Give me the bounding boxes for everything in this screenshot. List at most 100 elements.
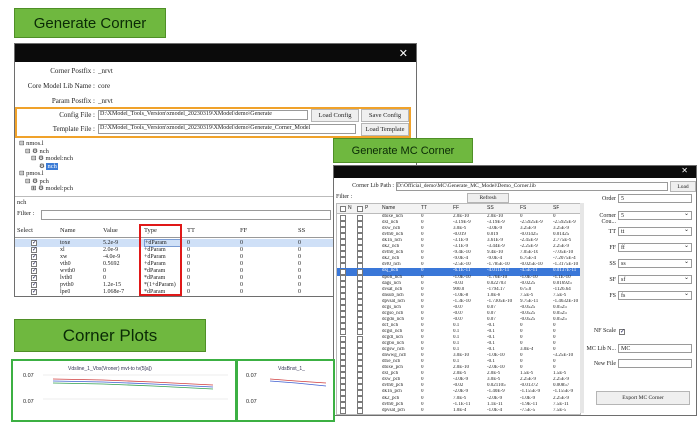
mc-side-label: FS <box>609 293 616 299</box>
corner-plots-label: Corner Plots <box>14 319 206 352</box>
corner-plot-1: Vdsline_1_Vbs(Vroner) mvt-to tv(5[a]) 0.… <box>11 359 237 422</box>
mc-col-name[interactable]: Name <box>382 205 395 212</box>
mc-cell: -1.0E-4 <box>487 407 503 413</box>
tree-item-nch-selected[interactable]: ⚙ nch <box>19 162 139 171</box>
mc-header-p-check[interactable] <box>357 205 363 212</box>
mc-row[interactable]: dpvsat_pch 0 1.0E-4 -1.0E-4 -7.5E-5 7.5E-5 <box>337 407 580 414</box>
model-tree: ⊟ nmos.l ⊟ ⚙ nch ⊟ ⚙ model:nch ⚙ nch ⊟ p… <box>19 140 139 193</box>
section-divider <box>15 196 335 197</box>
tree-item-pmos[interactable]: ⊟ pmos.l <box>19 170 139 178</box>
core-lib-name-label: Core Model Lib Name : <box>27 82 95 90</box>
mc-row-p-checkbox[interactable] <box>357 408 363 414</box>
mc-side-select-value: tt <box>621 229 625 235</box>
column-ff[interactable]: FF <box>240 227 247 234</box>
column-ss[interactable]: SS <box>298 227 305 234</box>
load-template-button[interactable]: Load Template <box>361 123 409 136</box>
corner-postfix-input[interactable]: _nrvt <box>98 67 398 75</box>
save-config-button[interactable]: Save Config <box>361 109 409 122</box>
mc-cell: 7.5E-5 <box>553 407 567 413</box>
mc-cell: dpvsat_pch <box>382 407 405 413</box>
core-lib-name-input[interactable]: core <box>98 82 398 90</box>
mc-window-titlebar: ✕ <box>334 166 696 178</box>
filter-label: Filter : <box>17 210 35 217</box>
mc-col-p[interactable]: P <box>365 205 368 212</box>
config-file-input[interactable]: D:\XModel_Tools_Version\xmodel_20230319\… <box>98 110 308 120</box>
mc-side-select[interactable]: tt ⌄ <box>618 227 692 236</box>
mc-col-n[interactable]: N <box>348 205 352 212</box>
close-icon[interactable]: ✕ <box>399 47 408 60</box>
mc-rows: dtoxe_nch 0 2.0E-10 2.0E-10 0 0 dxl_nch 0 -3.19E… <box>337 214 580 414</box>
mc-side-select[interactable]: sf ⌄ <box>618 275 692 284</box>
tree-item-nch[interactable]: ⊟ ⚙ nch <box>19 148 139 156</box>
mc-load-button[interactable]: Load <box>670 181 696 192</box>
corner-plot-2: VdsBnxt_1_ 0.07 0.07 <box>236 359 335 422</box>
new-file-input[interactable] <box>618 359 692 368</box>
mc-side-select-value: ss <box>621 261 626 267</box>
nf-scale-label: NF Scale <box>593 328 616 334</box>
window-titlebar: ✕ <box>15 44 416 62</box>
mc-row-n-checkbox[interactable] <box>340 408 346 414</box>
mc-side-label: Order <box>602 196 616 202</box>
mc-side-label: TT <box>608 229 616 235</box>
generate-mc-corner-label: Generate MC Corner <box>333 138 473 163</box>
mc-path-label: Corner Lib Path : <box>352 183 394 189</box>
mc-side-select[interactable]: ff ⌄ <box>618 243 692 252</box>
plot-2-curves <box>269 378 327 387</box>
column-value[interactable]: Value <box>103 227 118 234</box>
plot-1-ylabel-2: 0.07 <box>23 399 34 405</box>
param-postfix-input[interactable]: _nrvt <box>98 97 398 105</box>
mc-path-input[interactable]: D:\Official_demo\MC\Generate_MC_Model\De… <box>396 182 668 191</box>
generate-corner-label: Generate Corner <box>14 8 166 38</box>
plot-2-ylabel: 0.07 <box>246 373 257 379</box>
plot-1-line-a <box>52 378 214 386</box>
chevron-down-icon: ⌄ <box>683 291 689 297</box>
mc-side-select[interactable]: fs ⌄ <box>618 291 692 300</box>
mc-col-fs[interactable]: FS <box>520 205 526 212</box>
row-select-checkbox[interactable] <box>31 288 37 295</box>
mc-side-select[interactable]: 5 ⌄ <box>618 211 692 220</box>
load-config-button[interactable]: Load Config <box>311 109 359 122</box>
mc-header-n-check[interactable] <box>340 205 346 212</box>
template-file-label: Template File : <box>52 125 95 133</box>
param-cell-value: 1.068e-7 <box>103 289 125 295</box>
column-tt[interactable]: TT <box>187 227 195 234</box>
plot-2-line-a <box>269 378 327 384</box>
param-cell-tt: 0 <box>187 289 190 295</box>
mc-col-ff[interactable]: FF <box>453 205 459 212</box>
column-select[interactable]: Select <box>17 227 33 234</box>
export-mc-corner-button[interactable]: Export MC Corner <box>596 391 690 405</box>
mc-side-label: FF <box>609 245 616 251</box>
nf-scale-checkbox[interactable] <box>619 328 625 335</box>
mc-refresh-button[interactable]: Refresh <box>467 193 509 203</box>
tree-item-model-nch[interactable]: ⊟ ⚙ model:nch <box>19 155 139 163</box>
chevron-down-icon: ⌄ <box>683 227 689 233</box>
chevron-down-icon: ⌄ <box>683 243 689 249</box>
plot-1-ylabel: 0.07 <box>23 373 34 379</box>
type-column-highlight <box>139 224 182 296</box>
mc-close-icon[interactable]: ✕ <box>681 166 688 175</box>
template-file-input[interactable]: D:\XModel_Tools_Version\xmodel_20230319\… <box>98 124 356 134</box>
param-postfix-label: Param Postfix : <box>51 97 95 105</box>
param-cell-ff: 0 <box>240 289 243 295</box>
mc-cell: 1.0E-4 <box>453 407 467 413</box>
mc-side-select-value: 5 <box>621 196 624 202</box>
mc-side-select[interactable]: ss ⌄ <box>618 259 692 268</box>
mc-col-tt[interactable]: TT <box>421 205 427 212</box>
chevron-down-icon: ⌄ <box>683 211 689 217</box>
section-title: nch <box>17 199 27 206</box>
mc-col-ss[interactable]: SS <box>487 205 494 212</box>
tree-item-nmos[interactable]: ⊟ nmos.l <box>19 140 139 148</box>
mc-side-select[interactable]: 5 <box>618 194 692 203</box>
column-name[interactable]: Name <box>60 227 76 234</box>
tree-item-pch[interactable]: ⊟ ⚙ pch <box>19 178 139 186</box>
plot-2-line-b <box>269 380 327 387</box>
mc-filter-label: Filter : <box>336 194 353 200</box>
filter-input[interactable] <box>41 210 331 220</box>
mc-col-sf[interactable]: SF <box>553 205 559 212</box>
tree-item-model-pch[interactable]: ⊞ ⚙ model:pch <box>19 185 139 193</box>
mc-cell: 0 <box>421 407 424 413</box>
generate-mc-window: ✕ Corner Lib Path : D:\Official_demo\MC\… <box>333 165 697 416</box>
mc-lib-input[interactable]: MC <box>618 344 692 353</box>
mc-side-select-value: fs <box>621 293 626 299</box>
plot-1-curves <box>43 374 228 400</box>
